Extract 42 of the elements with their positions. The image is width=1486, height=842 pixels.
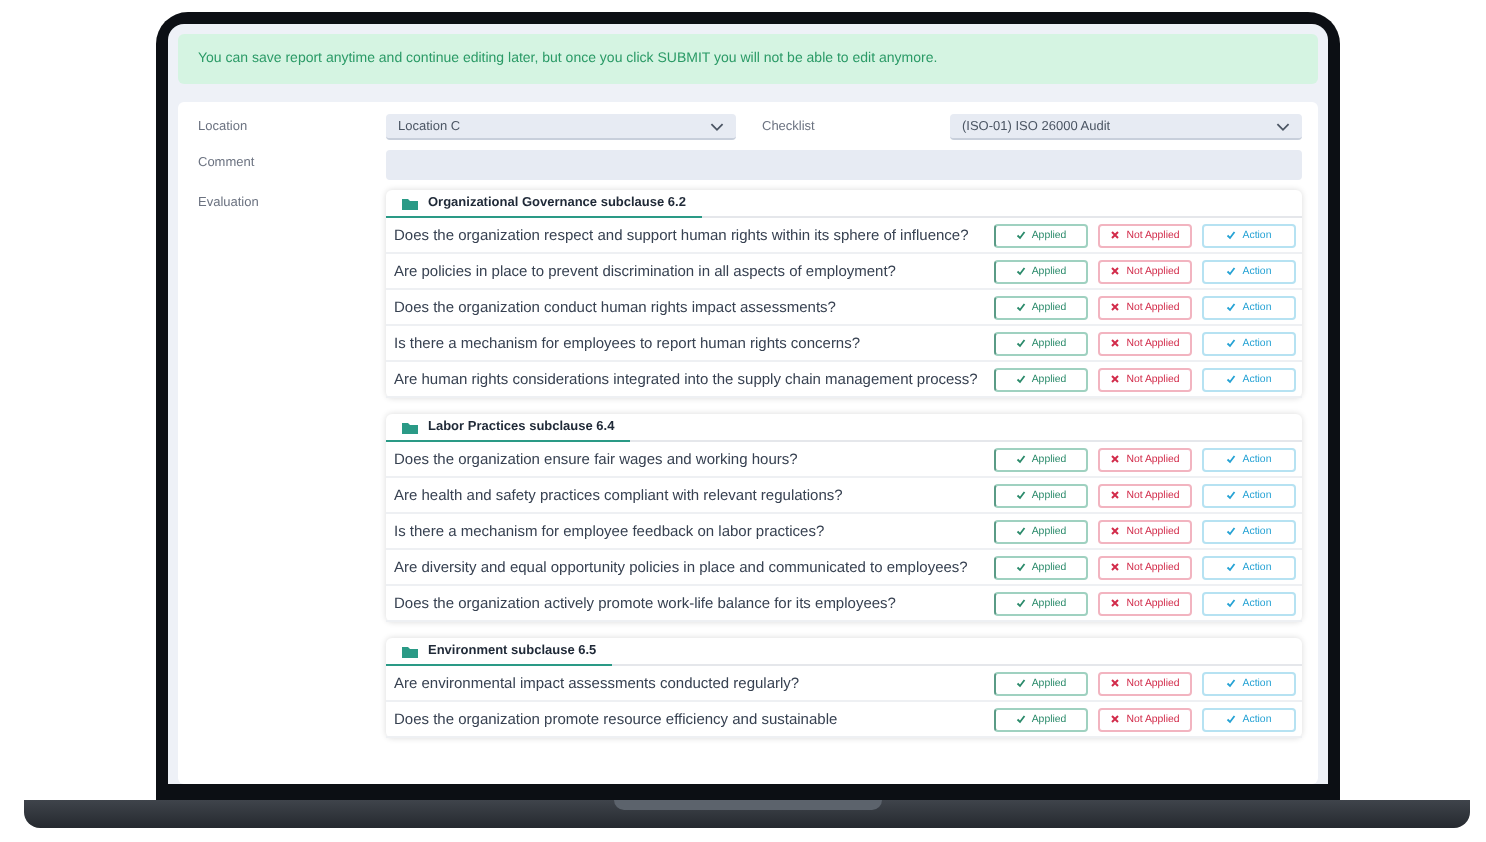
check-icon [1015,678,1026,688]
cross-icon [1110,338,1121,348]
cross-icon [1110,302,1121,312]
check-icon [1015,454,1026,464]
check-icon [1226,490,1237,500]
check-icon [1015,230,1026,240]
check-icon [1015,338,1026,348]
cross-icon [1110,230,1121,240]
cross-icon [1110,714,1121,724]
check-icon [1015,598,1026,608]
cross-icon [1110,526,1121,536]
cross-icon [1110,490,1121,500]
folder-icon [402,645,418,657]
check-icon [1226,678,1237,688]
check-icon [1015,526,1026,536]
check-icon [1226,598,1237,608]
check-icon [1226,374,1237,384]
check-icon [1015,374,1026,384]
check-icon [1226,230,1237,240]
comment-field[interactable] [386,150,1302,180]
cross-icon [1110,562,1121,572]
chevron-down-icon [710,121,724,131]
cross-icon [1110,598,1121,608]
check-icon [1226,454,1237,464]
check-icon [1226,302,1237,312]
cross-icon [1110,454,1121,464]
check-icon [1015,302,1026,312]
cross-icon [1110,266,1121,276]
check-icon [1226,562,1237,572]
check-icon [1015,562,1026,572]
check-icon [1226,714,1237,724]
check-icon [1226,526,1237,536]
check-icon [1015,266,1026,276]
folder-icon [402,197,418,209]
check-icon [1226,266,1237,276]
cross-icon [1110,374,1121,384]
cross-icon [1110,678,1121,688]
check-icon [1015,490,1026,500]
folder-icon [402,421,418,433]
chevron-down-icon [1276,121,1290,131]
check-icon [1015,714,1026,724]
check-icon [1226,338,1237,348]
